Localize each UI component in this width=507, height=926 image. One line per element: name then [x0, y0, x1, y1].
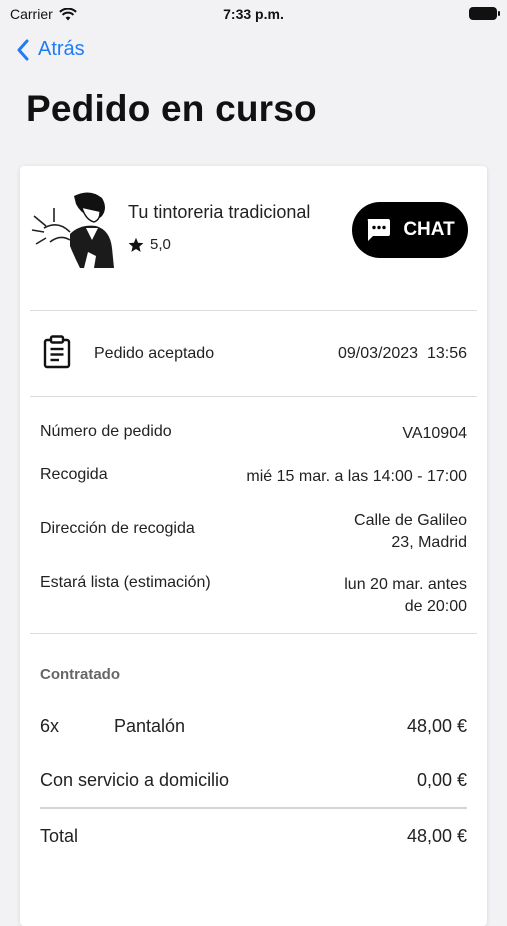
order-status-label: Pedido aceptado: [94, 345, 215, 362]
page-title: Pedido en curso: [26, 88, 317, 129]
total-label: Total: [40, 826, 79, 846]
divider: [30, 396, 477, 397]
divider: [40, 807, 467, 809]
address-line-1: Calle de Galileo: [354, 512, 467, 529]
service-label: Con servicio a domicilio: [40, 770, 230, 790]
order-number-label: Número de pedido: [40, 423, 172, 440]
total-price: 48,00 €: [406, 826, 467, 846]
chevron-left-icon: [17, 39, 29, 60]
clock: 7:33 p.m.: [223, 6, 284, 22]
star-icon: [128, 237, 144, 252]
chat-button[interactable]: CHAT: [352, 202, 468, 258]
shop-logo-icon: [31, 192, 114, 268]
item-quantity: 6x: [40, 716, 60, 736]
shop-name: Tu tintoreria tradicional: [128, 202, 311, 222]
service-price: 0,00 €: [416, 770, 467, 790]
shop-header: Tu tintoreria tradicional 5,0 CHAT: [20, 166, 487, 310]
clipboard-icon: [43, 335, 71, 369]
battery-icon: [469, 7, 500, 20]
chat-label: CHAT: [403, 219, 455, 240]
address-value: Calle de Galileo 23, Madrid: [354, 510, 467, 554]
rating-value: 5,0: [150, 236, 171, 253]
order-card: Tu tintoreria tradicional 5,0 CHAT Pedid…: [20, 166, 487, 926]
order-number-value: VA10904: [402, 425, 467, 442]
ready-label: Estará lista (estimación): [40, 574, 211, 591]
ready-line-1: lun 20 mar. antes: [344, 576, 467, 593]
ready-line-2: de 20:00: [404, 598, 467, 615]
ready-value: lun 20 mar. antes de 20:00: [344, 574, 467, 618]
contracted-title: Contratado: [40, 666, 120, 683]
address-line-2: 23, Madrid: [391, 534, 467, 551]
order-status-date: 09/03/2023 13:56: [337, 345, 467, 362]
order-status-row: Pedido aceptado 09/03/2023 13:56: [20, 311, 487, 397]
status-bar: Carrier 7:33 p.m.: [0, 0, 507, 28]
chat-bubble-icon: [368, 219, 391, 241]
back-button[interactable]: Atrás: [16, 38, 85, 61]
back-label: Atrás: [38, 38, 85, 60]
pickup-value: mié 15 mar. a las 14:00 - 17:00: [246, 468, 467, 485]
shop-rating: 5,0: [128, 236, 171, 253]
item-price: 48,00 €: [406, 716, 467, 736]
address-label: Dirección de recogida: [40, 520, 195, 537]
pickup-label: Recogida: [40, 466, 108, 483]
divider: [30, 633, 477, 634]
item-name: Pantalón: [114, 716, 186, 736]
